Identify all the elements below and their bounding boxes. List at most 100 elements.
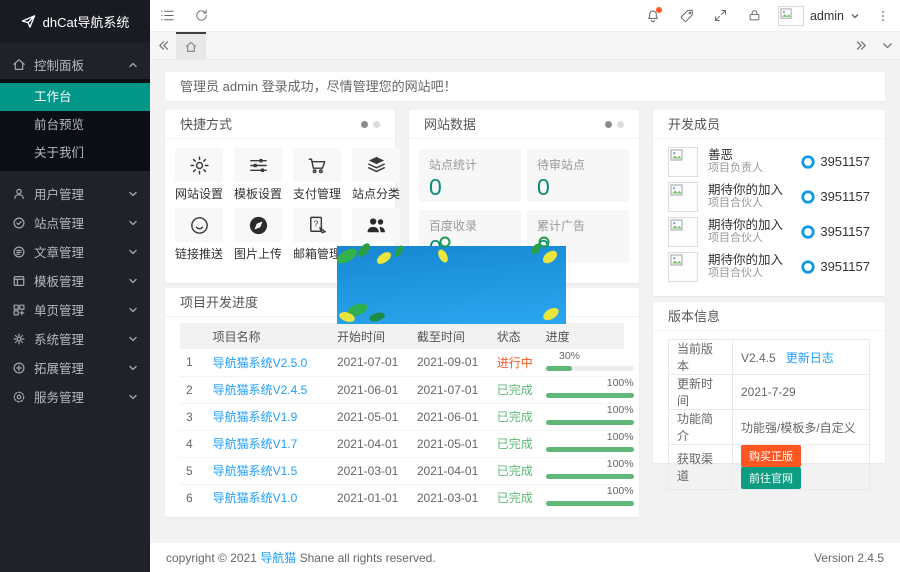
progress-bar: 100% <box>546 460 634 481</box>
article-icon <box>12 245 26 259</box>
layers-icon <box>365 154 388 177</box>
main-content: 管理员 admin 登录成功，尽情管理您的网站吧！ 快捷方式 网站设置 模板设置 <box>150 60 900 543</box>
member-name: 期待你的加入 <box>708 253 801 267</box>
svg-text:?: ? <box>313 218 318 228</box>
stat-site-total: 站点统计 0 <box>419 149 521 202</box>
more-menu-button[interactable] <box>866 0 900 32</box>
member-row: 善恶项目负责人 3951157 <box>668 144 870 179</box>
member-name: 善恶 <box>708 148 801 162</box>
buy-genuine-button[interactable]: 购买正版 <box>741 445 801 467</box>
sidebar-item-templates[interactable]: 模板管理 <box>0 266 150 295</box>
tag-button[interactable] <box>670 0 704 32</box>
sidebar-item-pages[interactable]: 单页管理 <box>0 295 150 324</box>
sidebar-item-label: 系统管理 <box>34 329 128 348</box>
stat-label: 累计广告 <box>537 217 619 234</box>
paper-plane-icon <box>21 14 36 29</box>
row-index: 1 <box>180 349 207 376</box>
sidebar-item-services[interactable]: 服务管理 <box>0 382 150 411</box>
tab-home[interactable] <box>176 32 206 59</box>
progress-percent: 30% <box>559 350 580 362</box>
project-link[interactable]: 导航猫系统V2.5.0 <box>213 356 308 370</box>
lock-screen-button[interactable] <box>738 0 772 32</box>
sidebar-item-sites[interactable]: 站点管理 <box>0 208 150 237</box>
project-link[interactable]: 导航猫系统V2.4.5 <box>213 383 308 397</box>
quick-action-label: 站点分类 <box>352 185 400 203</box>
lock-icon <box>747 8 762 23</box>
quick-action-site-settings[interactable]: 网站设置 <box>175 148 223 203</box>
quick-action-mail[interactable]: ? 邮箱管理 <box>293 208 341 263</box>
brand-link[interactable]: 导航猫 <box>260 551 296 565</box>
quick-action-link-push[interactable]: 链接推送 <box>175 208 223 263</box>
sidebar-item-label: 用户管理 <box>34 184 128 203</box>
start-date: 2021-07-01 <box>331 349 411 376</box>
sidebar-item-extensions[interactable]: 拓展管理 <box>0 353 150 382</box>
sidebar-subitem-frontend-preview[interactable]: 前台预览 <box>0 111 150 139</box>
fullscreen-button[interactable] <box>704 0 738 32</box>
stat-label: 待审站点 <box>537 156 619 173</box>
carousel-dot[interactable] <box>617 121 624 128</box>
progress-bar: 100% <box>546 487 634 508</box>
progress-percent: 100% <box>607 431 634 443</box>
notifications-button[interactable] <box>636 0 670 32</box>
quick-action-label: 模板设置 <box>234 185 282 203</box>
quick-action-template-settings[interactable]: 模板设置 <box>234 148 282 203</box>
promo-banner-image[interactable] <box>337 246 566 324</box>
user-menu[interactable]: admin <box>772 6 866 26</box>
sidebar-item-label: 文章管理 <box>34 242 128 261</box>
card-title: 网站数据 <box>424 110 605 139</box>
extend-icon <box>12 361 26 375</box>
card-title: 快捷方式 <box>180 110 361 139</box>
progress-percent: 100% <box>607 404 634 416</box>
sidebar-item-dashboard[interactable]: 控制面板 <box>0 50 150 79</box>
project-link[interactable]: 导航猫系统V1.5 <box>213 464 298 478</box>
sidebar-item-label: 拓展管理 <box>34 358 128 377</box>
caret-down-icon <box>850 11 860 21</box>
table-row: 6 导航猫系统V1.0 2021-01-01 2021-03-01 已完成 10… <box>180 484 624 511</box>
admin-dashboard: dhCat导航系统 控制面板 工作台 前台预览 关于我们 用户管理 站点 <box>0 0 900 572</box>
quick-action-image-upload[interactable]: 图片上传 <box>234 208 282 263</box>
member-role: 项目合伙人 <box>708 267 801 280</box>
progress-percent: 100% <box>607 485 634 497</box>
end-date: 2021-03-01 <box>411 484 491 511</box>
chevron-down-icon <box>881 39 894 52</box>
project-link[interactable]: 导航猫系统V1.7 <box>213 437 298 451</box>
table-row: 3 导航猫系统V1.9 2021-05-01 2021-06-01 已完成 10… <box>180 403 624 430</box>
start-date: 2021-04-01 <box>331 430 411 457</box>
tabs-menu-button[interactable] <box>874 32 900 59</box>
project-link[interactable]: 导航猫系统V1.9 <box>213 410 298 424</box>
quick-action-site-category[interactable]: 站点分类 <box>352 148 400 203</box>
project-link[interactable]: 导航猫系统V1.0 <box>213 491 298 505</box>
official-site-button[interactable]: 前往官网 <box>741 467 801 489</box>
tabs-scroll-right-button[interactable] <box>848 32 874 59</box>
sidebar-item-label: 单页管理 <box>34 300 128 319</box>
sidebar-subitem-about-us[interactable]: 关于我们 <box>0 139 150 167</box>
carousel-dot[interactable] <box>373 121 380 128</box>
sidebar-subitem-workbench[interactable]: 工作台 <box>0 83 150 111</box>
status-badge: 已完成 <box>497 464 533 478</box>
member-qq-number: 3951157 <box>820 259 870 274</box>
compass-icon <box>247 214 270 237</box>
sidebar-item-system[interactable]: 系统管理 <box>0 324 150 353</box>
sidebar-item-users[interactable]: 用户管理 <box>0 179 150 208</box>
chevron-down-icon <box>128 189 138 199</box>
qq-icon <box>801 260 815 274</box>
progress-bar: 100% <box>546 379 634 400</box>
quick-action-payment[interactable]: 支付管理 <box>293 148 341 203</box>
refresh-button[interactable] <box>184 0 218 32</box>
table-row: 1 导航猫系统V2.5.0 2021-07-01 2021-09-01 进行中 … <box>180 349 624 376</box>
changelog-link[interactable]: 更新日志 <box>786 351 834 365</box>
app-logo: dhCat导航系统 <box>0 0 150 42</box>
carousel-dot-active[interactable] <box>605 121 612 128</box>
sidebar-item-label: 控制面板 <box>34 55 128 74</box>
copyright-text: copyright © 2021 导航猫 Shane all rights re… <box>166 549 436 566</box>
stat-label: 百度收录 <box>429 217 511 234</box>
tabs-scroll-left-button[interactable] <box>150 32 176 59</box>
card-title: 开发成员 <box>668 110 870 139</box>
menu-toggle-button[interactable] <box>150 0 184 32</box>
carousel-dot-active[interactable] <box>361 121 368 128</box>
tabbar <box>150 32 900 60</box>
sidebar-item-articles[interactable]: 文章管理 <box>0 237 150 266</box>
site-check-icon <box>12 216 26 230</box>
member-avatar <box>668 147 698 177</box>
start-date: 2021-03-01 <box>331 457 411 484</box>
